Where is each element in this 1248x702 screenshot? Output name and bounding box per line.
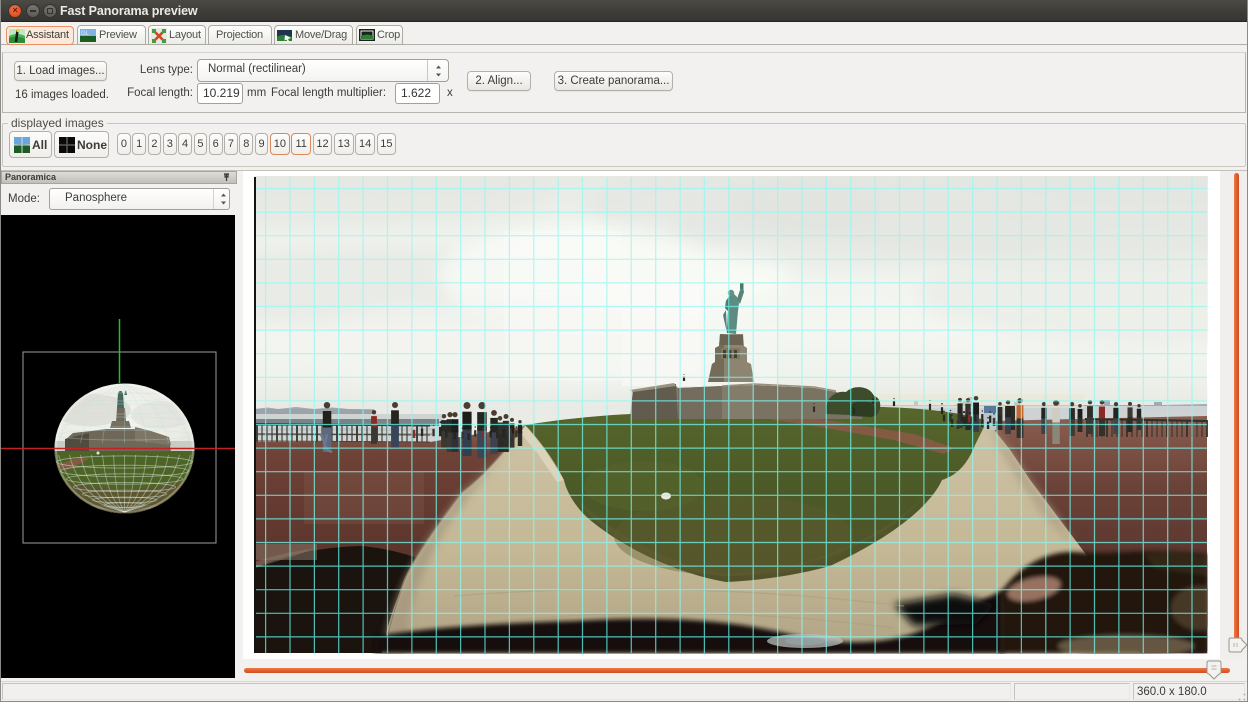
svg-text:GL: GL	[81, 31, 89, 37]
